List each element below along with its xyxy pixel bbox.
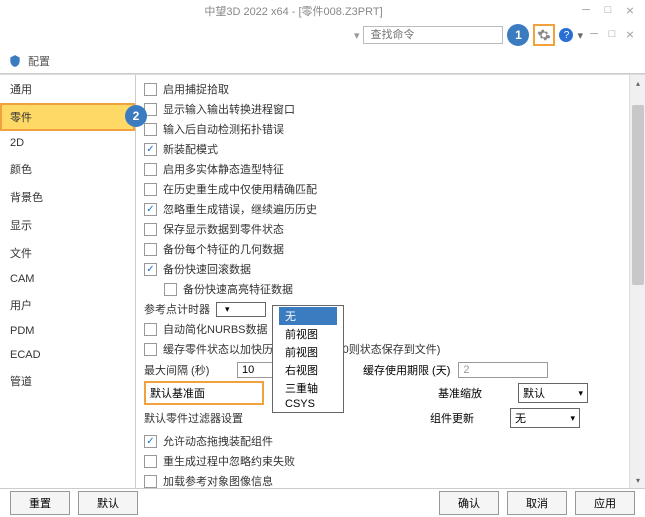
option-label: 备份快速回滚数据 [163,261,251,277]
menu-dropdown-icon[interactable]: ▾ [577,29,583,42]
checkbox[interactable] [144,143,157,156]
interval-label: 最大间隔 (秒) [144,362,229,378]
checkbox[interactable] [144,243,157,256]
dropdown-option[interactable]: 三重轴 [279,379,337,397]
sidebar-item-0[interactable]: 通用 [0,75,135,103]
option-label: 启用捕捉拾取 [163,81,229,97]
timer-select[interactable] [216,302,266,317]
checkbox[interactable] [144,435,157,448]
maximize-icon[interactable]: □ [601,4,615,18]
checkbox[interactable] [164,283,177,296]
nurbs-label: 自动简化NURBS数据 [163,321,268,337]
checkbox[interactable] [144,223,157,236]
sidebar-item-3[interactable]: 颜色 [0,155,135,183]
option-label: 备份每个特征的几何数据 [163,241,284,257]
dropdown-option[interactable]: 前视图 [279,325,337,343]
checkbox[interactable] [144,83,157,96]
dialog-footer: 重置 默认 确认 取消 应用 [0,488,645,516]
datum-label: 默认基准面 [144,381,264,405]
dropdown-option[interactable]: CSYS [279,397,337,411]
scroll-down-icon[interactable]: ▾ [630,472,645,488]
checkbox[interactable] [144,163,157,176]
callout-badge-1: 1 [507,24,529,46]
sidebar-item-1[interactable]: 零件2 [0,103,135,131]
datum-scale-label: 基准缩放 [438,385,482,401]
expire-input[interactable] [458,362,548,378]
datum-dropdown-list[interactable]: 无前视图前视图右视图三重轴CSYS [272,305,344,413]
cancel-button[interactable]: 取消 [507,491,567,515]
top-toolbar: ▾ 1 ? ▾ ─ □ ⨯ [0,22,645,48]
option-label: 重生成过程中忽略约束失败 [163,453,295,469]
checkbox[interactable] [144,203,157,216]
app-title: 中望3D 2022 x64 - [零件008.Z3PRT] [8,3,579,19]
sidebar-item-6[interactable]: 文件 [0,239,135,267]
checkbox[interactable] [144,475,157,488]
option-label: 允许动态拖拽装配组件 [163,433,273,449]
option-label: 在历史重生成中仅使用精确匹配 [163,181,317,197]
dropdown-option[interactable]: 无 [279,307,337,325]
option-label: 启用多实体静态造型特征 [163,161,284,177]
child-minimize-icon[interactable]: ─ [587,28,601,42]
reset-button[interactable]: 重置 [10,491,70,515]
expire-label: 缓存使用期限 (天) [363,362,450,378]
dropdown-option[interactable]: 右视图 [279,361,337,379]
sidebar-item-10[interactable]: ECAD [0,343,135,367]
checkbox[interactable] [144,183,157,196]
checkbox[interactable] [144,263,157,276]
settings-button[interactable] [533,24,555,46]
dropdown-icon[interactable]: ▾ [354,29,360,42]
checkbox[interactable] [144,123,157,136]
update-select[interactable]: 无 [510,408,580,428]
sidebar-item-2[interactable]: 2D [0,131,135,155]
sidebar-item-7[interactable]: CAM [0,267,135,291]
sidebar-item-5[interactable]: 显示 [0,211,135,239]
search-input[interactable] [363,26,503,44]
option-label: 输入后自动检测拓扑错误 [163,121,284,137]
default-button[interactable]: 默认 [78,491,138,515]
child-maximize-icon[interactable]: □ [605,28,619,42]
sidebar-item-9[interactable]: PDM [0,319,135,343]
scroll-up-icon[interactable]: ▴ [630,75,645,91]
close-icon[interactable]: ⨯ [623,4,637,18]
ok-button[interactable]: 确认 [439,491,499,515]
option-label: 加载参考对象图像信息 [163,473,273,488]
apply-button[interactable]: 应用 [575,491,635,515]
nurbs-checkbox[interactable] [144,323,157,336]
callout-badge-2: 2 [125,105,147,127]
cache-checkbox[interactable] [144,343,157,356]
content-panel: 启用捕捉拾取显示输入输出转换进程窗口输入后自动检测拓扑错误新装配模式启用多实体静… [136,75,645,488]
shield-icon [8,54,22,68]
sidebar-item-4[interactable]: 背景色 [0,183,135,211]
dialog-titlebar: 配置 [0,48,645,74]
minimize-icon[interactable]: ─ [579,4,593,18]
gear-icon [537,28,551,42]
dialog-body: 通用零件22D颜色背景色显示文件CAM用户PDMECAD管道 启用捕捉拾取显示输… [0,74,645,488]
timer-label: 参考点计时器 [144,301,210,317]
datum-scale-select[interactable]: 默认 [518,383,588,403]
help-icon[interactable]: ? [559,28,573,42]
scrollbar-thumb[interactable] [632,105,644,285]
dropdown-option[interactable]: 前视图 [279,343,337,361]
child-close-icon[interactable]: ⨯ [623,28,637,42]
option-label: 保存显示数据到零件状态 [163,221,284,237]
option-label: 显示输入输出转换进程窗口 [163,101,295,117]
app-titlebar: 中望3D 2022 x64 - [零件008.Z3PRT] ─ □ ⨯ [0,0,645,22]
sidebar-item-11[interactable]: 管道 [0,367,135,395]
sidebar-item-8[interactable]: 用户 [0,291,135,319]
filter-label: 默认零件过滤器设置 [144,410,264,426]
option-label: 新装配模式 [163,141,218,157]
sidebar: 通用零件22D颜色背景色显示文件CAM用户PDMECAD管道 [0,75,136,488]
checkbox[interactable] [144,455,157,468]
vertical-scrollbar[interactable]: ▴ ▾ [629,75,645,488]
update-label: 组件更新 [430,410,474,426]
option-label: 忽略重生成错误，继续遍历历史 [163,201,317,217]
dialog-title-text: 配置 [28,53,50,69]
option-label: 备份快速高亮特征数据 [183,281,293,297]
